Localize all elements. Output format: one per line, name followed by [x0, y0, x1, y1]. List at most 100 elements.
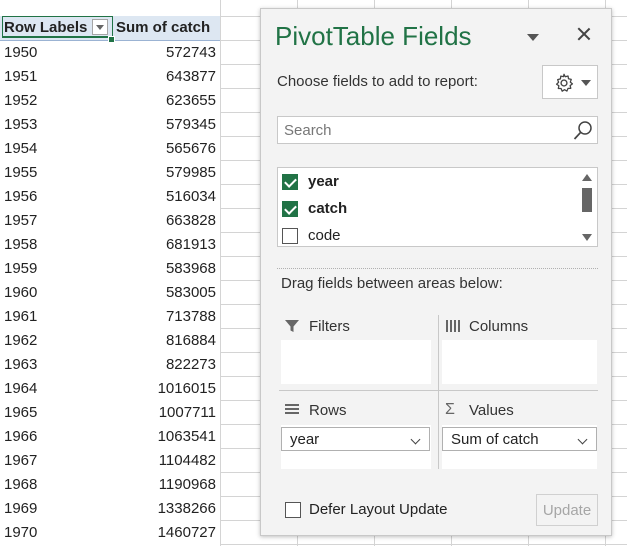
table-row[interactable]: 1970 1460727 — [0, 520, 220, 544]
table-row[interactable]: 1967 1104482 — [0, 448, 220, 472]
row-label-year[interactable]: 1954 — [4, 140, 37, 157]
sum-of-catch-value[interactable]: 1016015 — [158, 380, 216, 397]
table-row[interactable]: 1966 1063541 — [0, 424, 220, 448]
chevron-down-icon[interactable] — [410, 434, 421, 445]
search-icon[interactable] — [572, 120, 594, 142]
sum-of-catch-value[interactable]: 572743 — [166, 44, 216, 61]
table-row[interactable]: 1959 583968 — [0, 256, 220, 280]
row-label-year[interactable]: 1957 — [4, 212, 37, 229]
columns-drop-zone[interactable] — [442, 340, 597, 384]
sum-of-catch-value[interactable]: 1104482 — [159, 452, 216, 469]
row-label-year[interactable]: 1955 — [4, 164, 37, 181]
row-label-year[interactable]: 1965 — [4, 404, 37, 421]
sum-of-catch-value[interactable]: 579345 — [166, 116, 216, 133]
sum-of-catch-value[interactable]: 1338266 — [158, 500, 216, 517]
field-list-scrollbar[interactable] — [577, 168, 597, 246]
tools-button[interactable] — [542, 65, 598, 99]
values-field-chip-sum-of-catch[interactable]: Sum of catch — [442, 427, 597, 451]
defer-layout-checkbox[interactable] — [285, 502, 301, 518]
table-row[interactable]: 1960 583005 — [0, 280, 220, 304]
row-label-year[interactable]: 1960 — [4, 284, 37, 301]
row-label-year[interactable]: 1970 — [4, 524, 37, 541]
search-input[interactable] — [284, 121, 564, 139]
sum-of-catch-value[interactable]: 1190968 — [159, 476, 216, 493]
row-label-year[interactable]: 1952 — [4, 92, 37, 109]
row-label-year[interactable]: 1951 — [4, 68, 37, 85]
sum-of-catch-value[interactable]: 583005 — [166, 284, 216, 301]
choose-fields-label: Choose fields to add to report: — [277, 73, 478, 90]
sum-of-catch-value[interactable]: 565676 — [166, 140, 216, 157]
scroll-thumb[interactable] — [582, 188, 592, 212]
field-item-catch[interactable]: catch — [282, 199, 572, 221]
table-row[interactable]: 1964 1016015 — [0, 376, 220, 400]
chevron-down-icon[interactable] — [577, 434, 588, 445]
sum-of-catch-value[interactable]: 816884 — [166, 332, 216, 349]
field-checkbox-year[interactable] — [282, 174, 298, 190]
sum-of-catch-value[interactable]: 516034 — [166, 188, 216, 205]
sum-of-catch-value[interactable]: 583968 — [166, 260, 216, 277]
sum-of-catch-value[interactable]: 1007711 — [159, 404, 216, 421]
sum-of-catch-value[interactable]: 663828 — [166, 212, 216, 229]
chip-label: Sum of catch — [451, 431, 539, 448]
row-label-year[interactable]: 1959 — [4, 260, 37, 277]
tools-caret-icon — [581, 80, 591, 86]
sum-of-catch-value[interactable]: 579985 — [166, 164, 216, 181]
table-row[interactable]: 1961 713788 — [0, 304, 220, 328]
sigma-icon: Σ — [445, 401, 455, 418]
table-row[interactable]: 1968 1190968 — [0, 472, 220, 496]
filters-area-title: Filters — [309, 318, 350, 335]
chip-label: year — [290, 431, 320, 448]
row-label-year[interactable]: 1963 — [4, 356, 37, 373]
values-area-title: Values — [469, 402, 514, 419]
row-label-year[interactable]: 1967 — [4, 452, 37, 469]
field-checkbox-catch[interactable] — [282, 201, 298, 217]
sum-of-catch-header[interactable]: Sum of catch — [116, 19, 210, 36]
row-label-year[interactable]: 1953 — [4, 116, 37, 133]
sum-of-catch-value[interactable]: 713788 — [166, 308, 216, 325]
row-label-year[interactable]: 1964 — [4, 380, 37, 397]
filters-drop-zone[interactable] — [281, 340, 431, 384]
row-label-year[interactable]: 1961 — [4, 308, 37, 325]
table-row[interactable]: 1950 572743 — [0, 40, 220, 64]
row-label-year[interactable]: 1956 — [4, 188, 37, 205]
table-row[interactable]: 1951 643877 — [0, 64, 220, 88]
rows-field-chip-year[interactable]: year — [281, 427, 430, 451]
row-labels-filter-button[interactable] — [92, 19, 108, 35]
table-row[interactable]: 1965 1007711 — [0, 400, 220, 424]
table-row[interactable]: 1956 516034 — [0, 184, 220, 208]
table-row[interactable]: 1955 579985 — [0, 160, 220, 184]
sum-of-catch-value[interactable]: 681913 — [166, 236, 216, 253]
field-item-code[interactable]: code — [282, 226, 572, 246]
table-row[interactable]: 1963 822273 — [0, 352, 220, 376]
row-label-year[interactable]: 1968 — [4, 476, 37, 493]
field-checkbox-code[interactable] — [282, 228, 298, 244]
field-label-catch: catch — [308, 200, 348, 217]
table-row[interactable]: 1954 565676 — [0, 136, 220, 160]
columns-icon — [446, 320, 460, 332]
row-label-year[interactable]: 1969 — [4, 500, 37, 517]
sum-of-catch-value[interactable]: 643877 — [166, 68, 216, 85]
sum-of-catch-value[interactable]: 1460727 — [158, 524, 216, 541]
row-label-year[interactable]: 1958 — [4, 236, 37, 253]
update-button[interactable]: Update — [536, 494, 598, 526]
table-row[interactable]: 1957 663828 — [0, 208, 220, 232]
table-row[interactable]: 1953 579345 — [0, 112, 220, 136]
row-labels-header[interactable]: Row Labels — [4, 19, 87, 36]
rows-area-title: Rows — [309, 402, 347, 419]
sum-of-catch-value[interactable]: 822273 — [166, 356, 216, 373]
field-item-year[interactable]: year — [282, 172, 572, 194]
sum-of-catch-value[interactable]: 1063541 — [158, 428, 216, 445]
scroll-up-arrow-icon[interactable] — [582, 174, 592, 181]
area-divider-horizontal — [279, 390, 598, 391]
row-label-year[interactable]: 1950 — [4, 44, 37, 61]
close-icon[interactable] — [573, 23, 595, 45]
table-row[interactable]: 1962 816884 — [0, 328, 220, 352]
table-row[interactable]: 1969 1338266 — [0, 496, 220, 520]
sum-of-catch-value[interactable]: 623655 — [166, 92, 216, 109]
table-row[interactable]: 1958 681913 — [0, 232, 220, 256]
row-label-year[interactable]: 1966 — [4, 428, 37, 445]
table-row[interactable]: 1952 623655 — [0, 88, 220, 112]
row-label-year[interactable]: 1962 — [4, 332, 37, 349]
scroll-down-arrow-icon[interactable] — [582, 234, 592, 241]
chevron-down-icon[interactable] — [525, 31, 541, 45]
